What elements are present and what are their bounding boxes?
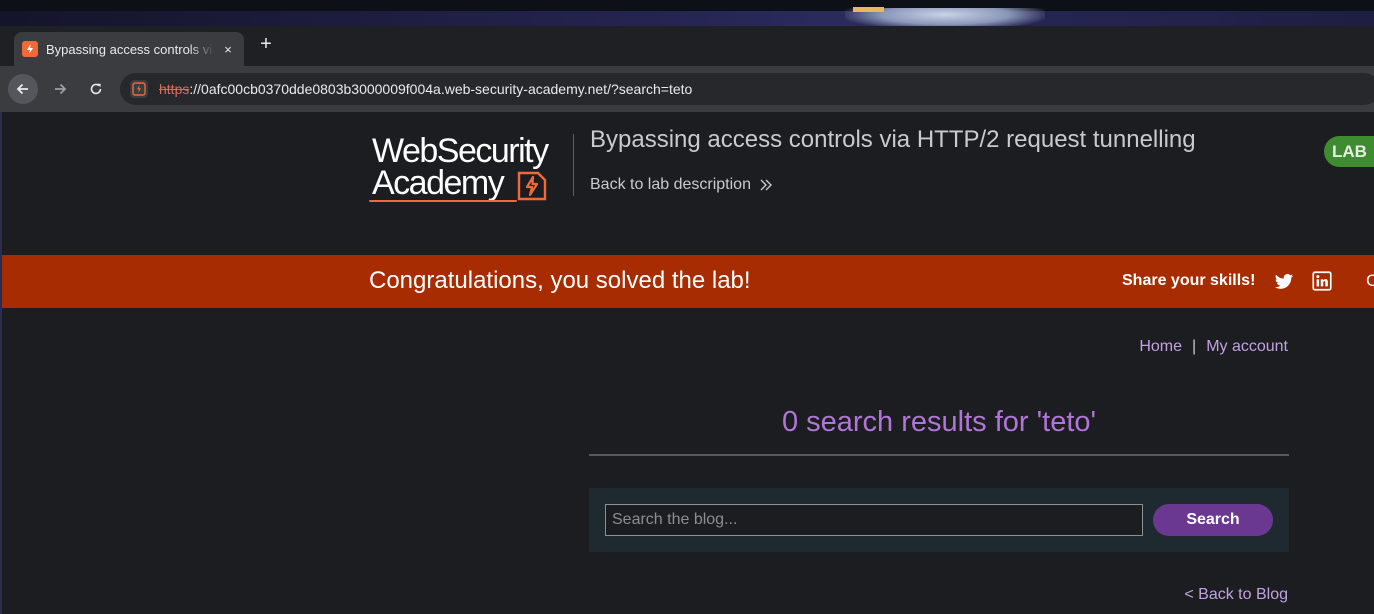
- header-divider: [573, 134, 574, 196]
- congratulations-message: Congratulations, you solved the lab!: [369, 267, 751, 294]
- search-form: Search: [589, 488, 1289, 552]
- wallpaper-highlight: [853, 7, 884, 12]
- home-link[interactable]: Home: [1139, 338, 1182, 356]
- back-to-lab-label: Back to lab description: [590, 176, 751, 193]
- browser-toolbar: https://0afc00cb0370dde0803b3000009f004a…: [0, 66, 1374, 112]
- arrow-right-icon: [55, 83, 67, 95]
- logo-line-1: WebSecurity: [372, 132, 549, 170]
- search-input[interactable]: [605, 504, 1143, 536]
- web-security-academy-logo[interactable]: WebSecurity Academy: [369, 130, 569, 204]
- back-button[interactable]: [8, 74, 38, 104]
- url-path: ://0afc00cb0370dde0803b3000009f004a.web-…: [189, 81, 693, 97]
- web-page: WebSecurity Academy Bypassing access con…: [2, 112, 1374, 614]
- academy-header: WebSecurity Academy Bypassing access con…: [2, 112, 1374, 255]
- logo-line-2: Academy: [372, 164, 505, 202]
- logo-underline: [369, 200, 517, 202]
- arrow-left-icon: [16, 83, 28, 95]
- solved-banner: Congratulations, you solved the lab! Sha…: [2, 255, 1374, 308]
- share-skills-label: Share your skills!: [1122, 272, 1256, 289]
- desktop-top-bar: [0, 0, 1374, 11]
- back-to-blog-link[interactable]: < Back to Blog: [1184, 586, 1288, 604]
- url-scheme: https: [159, 81, 190, 97]
- browser-tab-active[interactable]: Bypassing access controls via HTTP/2 req…: [14, 32, 244, 66]
- close-tab-icon[interactable]: ×: [220, 42, 236, 57]
- lab-status-badge: LAB: [1324, 136, 1374, 167]
- twitter-icon[interactable]: [1274, 272, 1294, 292]
- search-results-heading: 0 search results for 'teto': [781, 406, 1097, 438]
- search-button[interactable]: Search: [1153, 504, 1273, 536]
- lab-title: Bypassing access controls via HTTP/2 req…: [590, 126, 1196, 153]
- logo-bolt-icon: [517, 171, 547, 201]
- blog-search-results: Home | My account 0 search results for '…: [2, 308, 1374, 614]
- heading-rule: [589, 454, 1289, 456]
- browser-tab-strip: Bypassing access controls via HTTP/2 req…: [0, 26, 1374, 66]
- forward-button[interactable]: [45, 74, 75, 104]
- double-chevron-right-icon: [760, 179, 772, 191]
- continue-link-partial[interactable]: C: [1366, 271, 1374, 291]
- back-to-lab-description-link[interactable]: Back to lab description: [590, 176, 773, 194]
- linkedin-icon[interactable]: [1312, 271, 1332, 291]
- new-tab-button[interactable]: +: [256, 34, 276, 55]
- tab-title: Bypassing access controls via HTTP/2 req…: [46, 41, 214, 57]
- my-account-link[interactable]: My account: [1206, 338, 1288, 356]
- reload-button[interactable]: [81, 74, 111, 104]
- portswigger-bolt-icon: [22, 41, 38, 57]
- nav-separator: |: [1192, 338, 1197, 355]
- reload-icon: [90, 83, 102, 95]
- top-nav: Home | My account: [1139, 338, 1288, 356]
- url-text[interactable]: https://0afc00cb0370dde0803b3000009f004a…: [159, 81, 692, 97]
- address-bar[interactable]: https://0afc00cb0370dde0803b3000009f004a…: [120, 73, 1374, 105]
- site-info-icon[interactable]: [130, 80, 148, 98]
